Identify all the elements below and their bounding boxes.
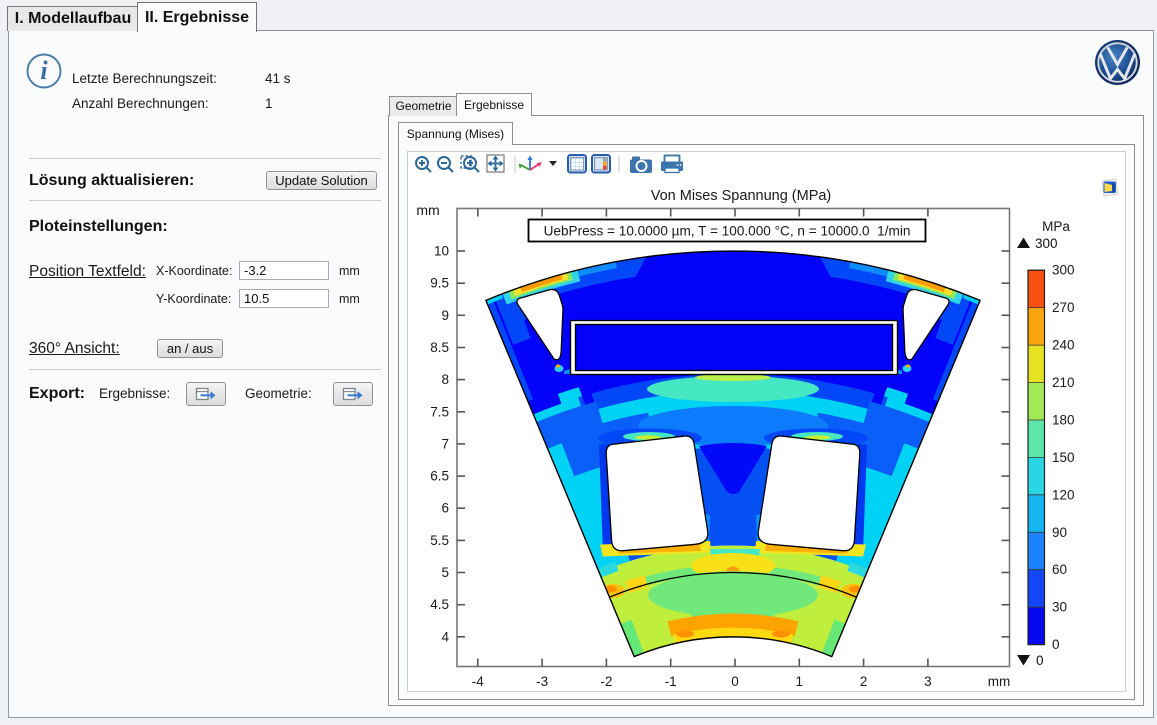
svg-text:i: i [40, 56, 48, 85]
